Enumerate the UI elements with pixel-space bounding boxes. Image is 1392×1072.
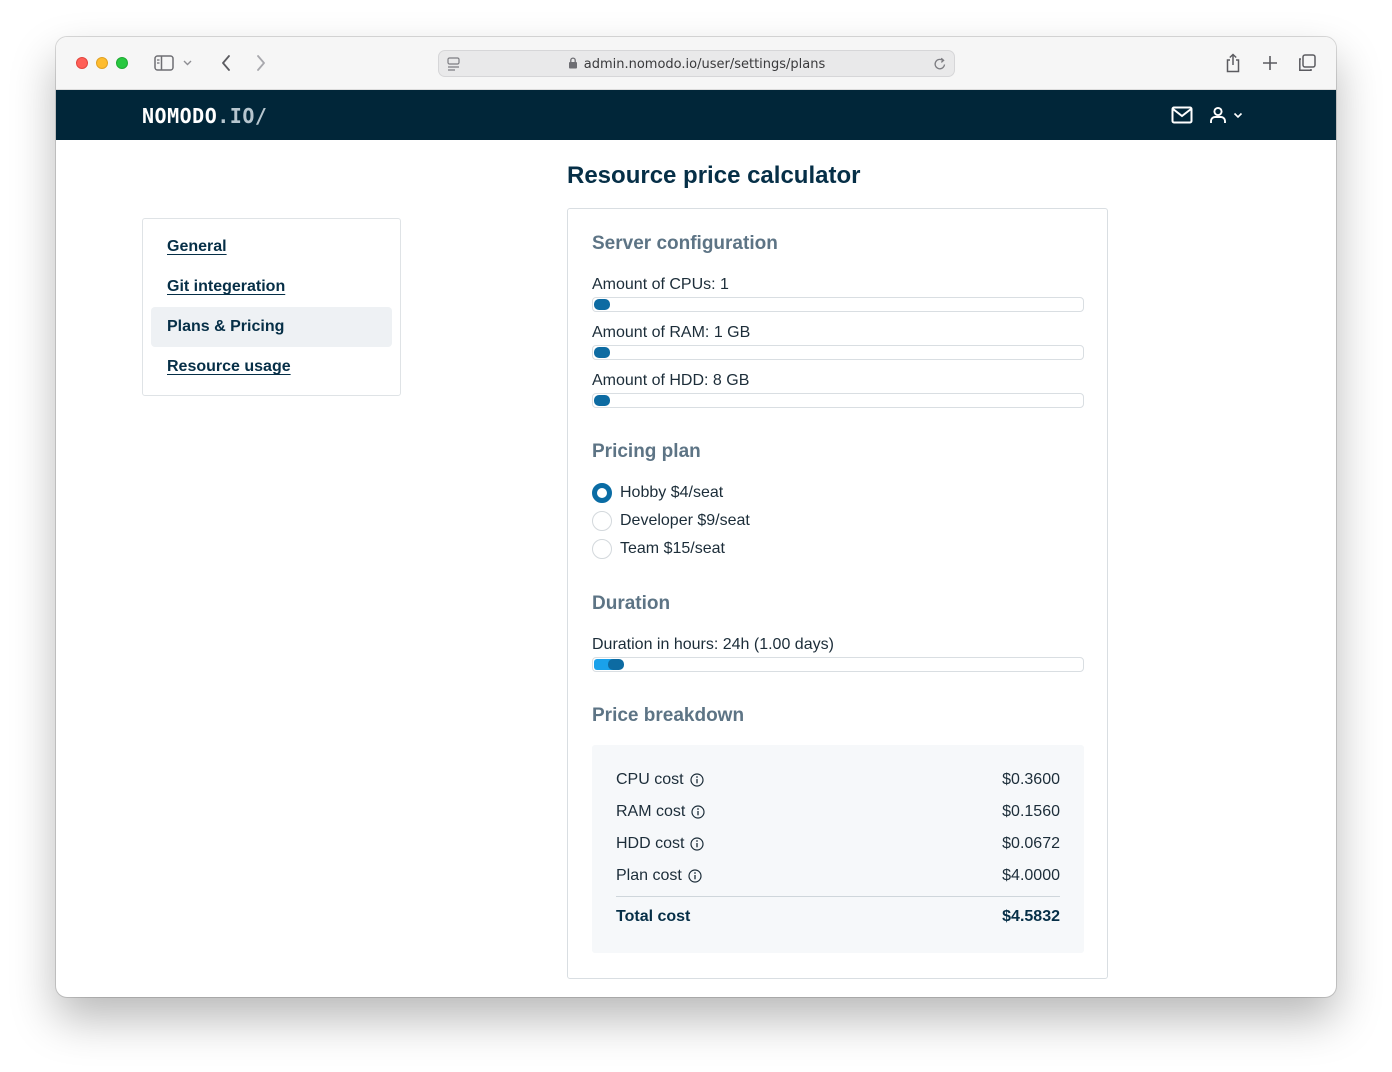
ram-cost-row: RAM cost $0.1560	[616, 801, 1060, 823]
chevron-down-icon	[1233, 112, 1243, 119]
new-tab-icon[interactable]	[1258, 52, 1282, 74]
hdd-slider-thumb[interactable]	[594, 395, 610, 406]
info-icon[interactable]	[690, 837, 705, 851]
cost-value: $4.0000	[1002, 867, 1060, 884]
forward-arrow-icon[interactable]	[249, 52, 273, 74]
radio-button[interactable]	[592, 483, 612, 503]
mail-icon[interactable]	[1171, 104, 1193, 126]
cost-value: $0.1560	[1002, 803, 1060, 820]
calculator-card: Server configuration Amount of CPUs: 1 A…	[567, 208, 1108, 979]
server-config-heading: Server configuration	[592, 233, 778, 254]
cost-name: HDD cost	[616, 835, 705, 853]
close-window-button[interactable]	[76, 57, 88, 69]
total-cost-label: Total cost	[616, 908, 691, 925]
app-header: NOMODO.IO/	[56, 90, 1336, 140]
cost-label: RAM cost	[616, 803, 686, 820]
sidebar-item-resource-usage[interactable]: Resource usage	[151, 347, 392, 387]
radio-button[interactable]	[592, 539, 612, 559]
cost-label: Plan cost	[616, 867, 682, 884]
browser-toolbar: admin.nomodo.io/user/settings/plans	[56, 37, 1336, 90]
reload-icon[interactable]	[933, 56, 947, 76]
user-menu[interactable]	[1209, 104, 1243, 126]
plan-option-label: Developer $9/seat	[620, 512, 750, 529]
logo-main: NOMODO	[142, 104, 218, 128]
cpu-slider-label: Amount of CPUs: 1	[592, 276, 729, 293]
price-breakdown-heading: Price breakdown	[592, 705, 745, 726]
address-bar[interactable]: admin.nomodo.io/user/settings/plans	[438, 50, 955, 77]
cpu-cost-row: CPU cost $0.3600	[616, 769, 1060, 791]
cpu-slider[interactable]	[592, 297, 1084, 312]
duration-slider-thumb[interactable]	[608, 659, 624, 670]
price-breakdown-panel: CPU cost $0.3600 RAM cost $0.1560 HDD co…	[592, 745, 1084, 953]
hdd-cost-row: HDD cost $0.0672	[616, 833, 1060, 855]
back-arrow-icon[interactable]	[214, 52, 238, 74]
browser-window: admin.nomodo.io/user/settings/plans NOMO…	[56, 37, 1336, 997]
sidebar-item-general[interactable]: General	[151, 227, 392, 267]
logo-suffix: .IO/	[217, 104, 268, 128]
cost-name: RAM cost	[616, 803, 705, 821]
cost-name: Plan cost	[616, 867, 702, 885]
duration-slider-label: Duration in hours: 24h (1.00 days)	[592, 636, 834, 653]
plan-cost-row: Plan cost $4.0000	[616, 865, 1060, 887]
settings-sidebar: General Git integeration Plans & Pricing…	[142, 218, 401, 396]
cost-label: CPU cost	[616, 771, 684, 788]
plan-option-team[interactable]: Team $15/seat	[592, 538, 725, 560]
total-cost-value: $4.5832	[1002, 908, 1060, 925]
cost-label: HDD cost	[616, 835, 685, 852]
tab-overview-icon[interactable]	[1295, 52, 1319, 74]
hdd-slider-label: Amount of HDD: 8 GB	[592, 372, 750, 389]
total-cost-row: Total cost $4.5832	[616, 906, 1060, 928]
chevron-down-icon[interactable]	[180, 52, 194, 74]
duration-slider[interactable]	[592, 657, 1084, 672]
logo[interactable]: NOMODO.IO/	[142, 104, 267, 128]
sidebar-item-plans-pricing[interactable]: Plans & Pricing	[151, 307, 392, 347]
cost-value: $0.0672	[1002, 835, 1060, 852]
plan-option-label: Hobby $4/seat	[620, 484, 724, 501]
url-text-wrap: admin.nomodo.io/user/settings/plans	[439, 57, 954, 73]
url-text: admin.nomodo.io/user/settings/plans	[583, 57, 826, 72]
plan-option-developer[interactable]: Developer $9/seat	[592, 510, 750, 532]
ram-slider-label: Amount of RAM: 1 GB	[592, 324, 751, 341]
duration-heading: Duration	[592, 593, 671, 614]
zoom-window-button[interactable]	[116, 57, 128, 69]
info-icon[interactable]	[689, 773, 704, 787]
minimize-window-button[interactable]	[96, 57, 108, 69]
plan-option-label: Team $15/seat	[620, 540, 725, 557]
breakdown-divider	[616, 896, 1060, 897]
cpu-slider-thumb[interactable]	[594, 299, 610, 310]
sidebar-item-git-integration[interactable]: Git integeration	[151, 267, 392, 307]
radio-button[interactable]	[592, 511, 612, 531]
page-title: Resource price calculator	[567, 162, 861, 189]
plan-option-hobby[interactable]: Hobby $4/seat	[592, 482, 723, 504]
info-icon[interactable]	[688, 869, 702, 883]
pricing-plan-heading: Pricing plan	[592, 441, 701, 462]
cost-name: CPU cost	[616, 771, 704, 789]
sidebar-toggle-icon[interactable]	[152, 52, 176, 74]
ram-slider[interactable]	[592, 345, 1084, 360]
share-icon[interactable]	[1221, 52, 1245, 74]
ram-slider-thumb[interactable]	[594, 347, 610, 358]
lock-icon	[568, 57, 578, 73]
user-icon	[1209, 106, 1227, 124]
cost-value: $0.3600	[1002, 771, 1060, 788]
info-icon[interactable]	[691, 805, 705, 819]
hdd-slider[interactable]	[592, 393, 1084, 408]
